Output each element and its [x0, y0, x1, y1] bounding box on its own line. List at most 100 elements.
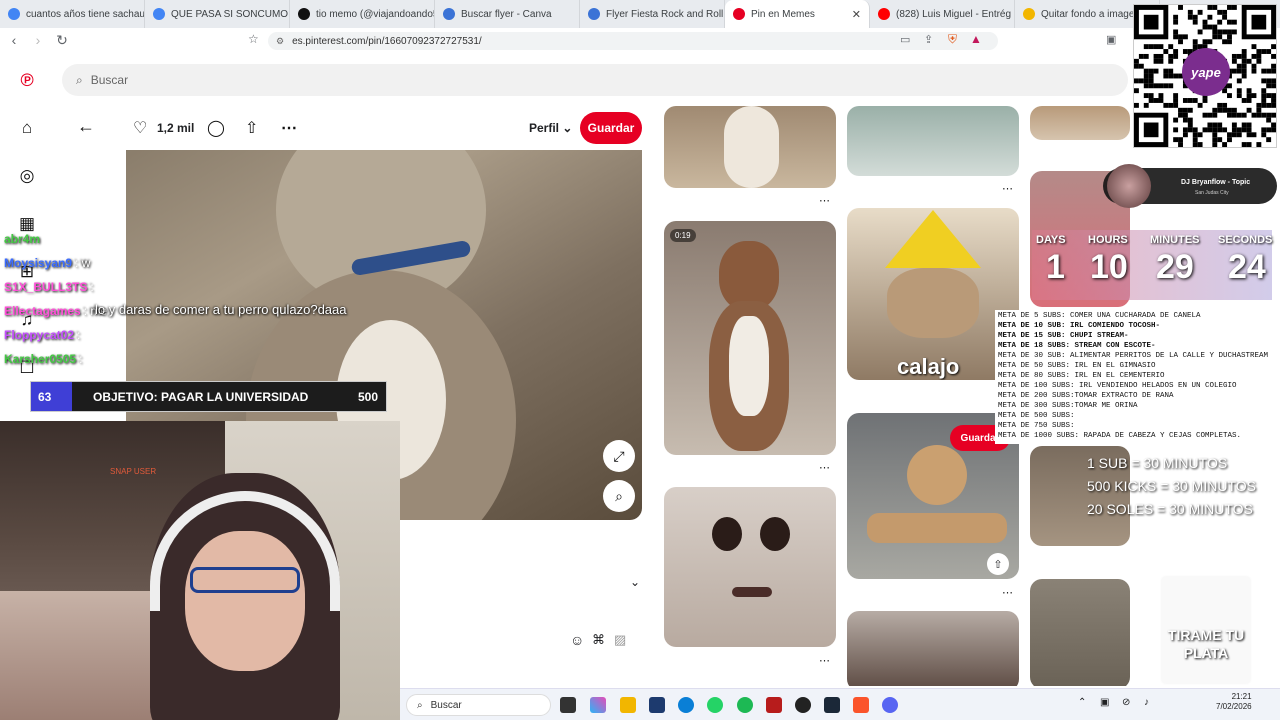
- clock-date: 7/02/2026: [1216, 702, 1252, 711]
- chevron-down-icon: ⌄: [562, 121, 573, 135]
- tray-mic-icon[interactable]: ♪: [1144, 697, 1149, 708]
- sidebar-toggle-icon[interactable]: ▣: [1106, 33, 1116, 46]
- chat-line: Karsher0505:: [4, 347, 124, 371]
- pin-action-bar: ← ♡ 1,2 mil ◯ ⇧ ⋯ Perfil ⌄ Guardar: [77, 106, 655, 150]
- pin-tile[interactable]: [1030, 106, 1130, 140]
- taskbar-search[interactable]: ⌕ Buscar: [406, 694, 551, 716]
- home-icon[interactable]: ⌂: [17, 118, 37, 138]
- chat-username: Moysisyan9: [4, 256, 73, 270]
- pin-tile-cat[interactable]: calajo: [847, 208, 1019, 380]
- more-options-icon[interactable]: ⋯: [1002, 586, 1014, 599]
- sub-goal-line: META DE 750 SUBS:: [998, 422, 1075, 430]
- more-options-icon[interactable]: ⋯: [819, 654, 831, 667]
- expand-icon[interactable]: ⤢: [603, 440, 635, 472]
- pin-tile-video[interactable]: 0:19: [664, 221, 836, 455]
- copilot-icon[interactable]: [590, 697, 606, 713]
- timer-label-hours: HOURS: [1088, 234, 1128, 246]
- more-options-icon[interactable]: ⋯: [819, 461, 831, 474]
- chat-line: S1X_BULL3TS:: [4, 275, 124, 299]
- comments-area: ⌄ ☺ ⌘ ▨: [400, 570, 655, 685]
- dj-subtitle: San Judas City: [1195, 190, 1229, 196]
- more-options-icon[interactable]: ⋯: [281, 118, 297, 138]
- chat-username: abr4m: [4, 232, 41, 246]
- pin-tile[interactable]: [664, 106, 836, 188]
- brave-shield-icon[interactable]: ⛨: [948, 32, 957, 47]
- bookmark-icon[interactable]: ☆: [248, 32, 259, 46]
- pin-tile[interactable]: [847, 106, 1019, 176]
- clock-time: 21:21: [1231, 692, 1252, 701]
- close-tab-icon[interactable]: ✕: [852, 8, 861, 21]
- goal-target: 500: [357, 389, 378, 404]
- image-upload-icon[interactable]: ▨: [614, 632, 626, 648]
- more-options-icon[interactable]: ⋯: [819, 194, 831, 207]
- reload-icon[interactable]: ↻: [52, 32, 72, 49]
- forward-icon[interactable]: ›: [28, 32, 48, 48]
- browser-tab[interactable]: Flyer Fiesta Rock and Roll Hea: [580, 0, 725, 28]
- install-icon[interactable]: ▭: [900, 33, 910, 46]
- share-icon[interactable]: ⇧: [987, 553, 1009, 575]
- brave-icon[interactable]: [853, 697, 869, 713]
- chat-overlay-message: lo y daras de comer a tu perro qulazo?da…: [95, 302, 347, 317]
- browser-tab[interactable]: Buscar flyer - Canva: [435, 0, 580, 28]
- pin-tile-face[interactable]: [664, 487, 836, 647]
- rewards-icon[interactable]: ▲: [970, 32, 982, 46]
- pin-tile[interactable]: [1030, 579, 1130, 686]
- back-arrow-icon[interactable]: ←: [77, 116, 95, 137]
- tab-favicon-icon: [878, 8, 890, 20]
- spotify-icon[interactable]: [737, 697, 753, 713]
- site-info-icon[interactable]: ⚙: [276, 36, 284, 47]
- whatsapp-icon[interactable]: [707, 697, 723, 713]
- share-icon[interactable]: ⇧: [245, 118, 258, 138]
- more-options-icon[interactable]: ⋯: [1002, 182, 1014, 195]
- save-button[interactable]: Guardar: [580, 112, 642, 144]
- pin-tile-hovered[interactable]: Guardar ⇧: [847, 413, 1019, 579]
- browser-tab[interactable]: cuantos años tiene sachauzun: [0, 0, 145, 28]
- edge-icon[interactable]: [678, 697, 694, 713]
- url-field[interactable]: ⚙ es.pinterest.com/pin/16607092372727531…: [268, 32, 998, 50]
- steam-icon[interactable]: [824, 697, 840, 713]
- emoji-icon[interactable]: ☺: [570, 632, 584, 648]
- browser-tab[interactable]: QUE PASA SI SONCUMO MUC: [145, 0, 290, 28]
- timer-rates: 1 SUB = 30 MINUTOS 500 KICKS = 30 MINUTO…: [1087, 452, 1277, 524]
- search-icon: ⌕: [417, 699, 423, 711]
- visual-search-icon[interactable]: ⌕: [603, 480, 635, 512]
- share-icon[interactable]: ⇪: [924, 33, 933, 46]
- discord-icon[interactable]: [882, 697, 898, 713]
- windows-taskbar: ⌕ Buscar ⌃ ▣ ⊘ ♪: [400, 688, 1280, 720]
- url-text: es.pinterest.com/pin/16607092372727531/: [292, 35, 482, 47]
- browser-tab[interactable]: (828) Luis Miguel - Entrég: [870, 0, 1015, 28]
- explore-icon[interactable]: ◎: [17, 166, 37, 186]
- address-bar-row: ‹ › ↻ ☆ ⚙ es.pinterest.com/pin/166070923…: [0, 28, 1130, 52]
- search-icon: ⌕: [76, 72, 83, 87]
- goal-bar: 63 OBJETIVO: PAGAR LA UNIVERSIDAD 500: [30, 381, 387, 412]
- chat-username: Ellectagames: [4, 304, 81, 318]
- chat-message: :: [77, 328, 81, 342]
- like-count: 1,2 mil: [157, 121, 195, 135]
- file-explorer-icon[interactable]: [620, 697, 636, 713]
- chat-line: abr4m: [4, 227, 124, 251]
- pin-tile[interactable]: [847, 611, 1019, 686]
- video-duration: 0:19: [670, 229, 696, 242]
- tray-chevron-icon[interactable]: ⌃: [1078, 697, 1086, 708]
- pinterest-logo-icon[interactable]: ℗: [17, 70, 37, 90]
- calculator-icon[interactable]: [649, 697, 665, 713]
- tray-app-icon[interactable]: ▣: [1100, 697, 1109, 708]
- webcam-feed: SNAP USER: [0, 421, 400, 720]
- system-clock[interactable]: 21:21 7/02/2026: [1216, 692, 1252, 712]
- comment-icon[interactable]: ◯: [207, 118, 225, 138]
- sticker-icon[interactable]: ⌘: [592, 632, 605, 648]
- profile-dropdown[interactable]: Perfil ⌄: [529, 121, 572, 135]
- sub-goals-list: META DE 5 SUBS: COMER UNA CUCHARADA DE C…: [995, 310, 1277, 444]
- task-view-icon[interactable]: [560, 697, 576, 713]
- heart-icon[interactable]: ♡: [133, 118, 147, 138]
- chevron-down-icon[interactable]: ⌄: [630, 575, 640, 589]
- browser-tab[interactable]: Pin en Memes ✕: [725, 0, 870, 28]
- back-icon[interactable]: ‹: [4, 32, 24, 48]
- browser-tab[interactable]: tio memo (@viajandoando590: [290, 0, 435, 28]
- timer-days: 1: [1046, 248, 1065, 286]
- pinterest-search-bar[interactable]: ⌕ Buscar: [62, 64, 1128, 96]
- app-icon[interactable]: [766, 697, 782, 713]
- obs-icon[interactable]: [795, 697, 811, 713]
- tray-network-icon[interactable]: ⊘: [1122, 697, 1130, 708]
- chat-username: Floppycat02: [4, 328, 75, 342]
